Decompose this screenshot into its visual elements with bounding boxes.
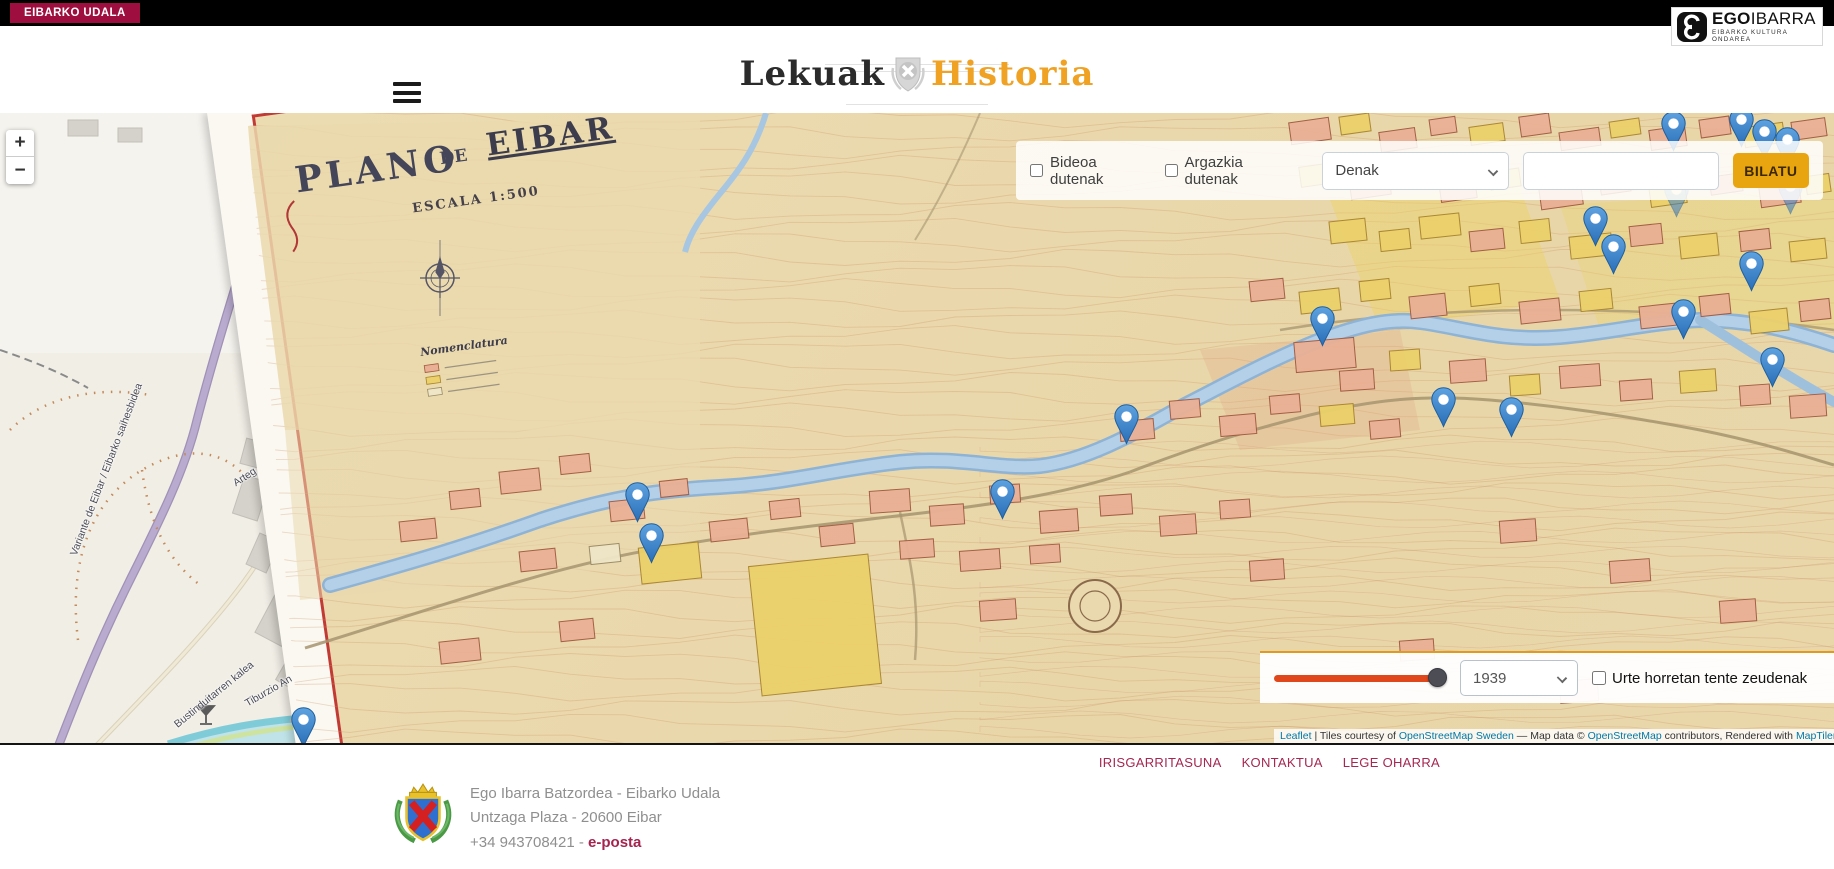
- photo-filter-checkbox[interactable]: [1165, 164, 1178, 177]
- year-slider-track: [1274, 675, 1438, 682]
- map-marker[interactable]: [1671, 299, 1696, 340]
- chevron-down-icon: [1487, 165, 1497, 175]
- year-select-value: 1939: [1473, 670, 1506, 687]
- footer-phone: +34 943708421 - e-posta: [470, 831, 720, 855]
- footer-address: Untzaga Plaza - 20600 Eibar: [470, 806, 720, 830]
- attribution-text: | Tiles courtesy of: [1312, 730, 1399, 742]
- year-slider-thumb[interactable]: [1428, 668, 1447, 687]
- map-marker[interactable]: [1601, 234, 1626, 275]
- category-select-value: Denak: [1335, 162, 1378, 179]
- photo-filter-label[interactable]: Argazkia dutenak: [1185, 154, 1298, 188]
- footer-phone-number: +34 943708421 -: [470, 834, 588, 851]
- search-button[interactable]: BILATU: [1733, 153, 1809, 188]
- search-input[interactable]: [1523, 152, 1719, 190]
- footer-contact: Ego Ibarra Batzordea - Eibarko Udala Unt…: [392, 780, 1834, 855]
- map-marker[interactable]: [625, 482, 650, 523]
- osm-link[interactable]: OpenStreetMap: [1588, 730, 1662, 742]
- maptiler-link[interactable]: MapTiler Desktop: [1796, 730, 1834, 742]
- search-panel: Bideoa dutenak Argazkia dutenak Denak BI…: [1016, 141, 1823, 200]
- map-marker[interactable]: [639, 523, 664, 564]
- logo-crest-icon: [891, 54, 925, 94]
- attribution-text: contributors, Rendered with: [1662, 730, 1796, 742]
- zoom-control: + −: [6, 130, 34, 184]
- footer-link-lege-oharra[interactable]: LEGE OHARRA: [1343, 755, 1440, 770]
- ego-ibarra-text: EGOIBARRA EIBARKO KULTURA ONDAREA: [1712, 10, 1816, 43]
- map-marker[interactable]: [1739, 251, 1764, 292]
- eposta-link[interactable]: e-posta: [588, 834, 641, 851]
- year-select[interactable]: 1939: [1460, 660, 1578, 696]
- timeline-panel: 1939 Urte horretan tente zeudenak: [1260, 651, 1834, 703]
- map-marker[interactable]: [1760, 347, 1785, 388]
- page: EIBARKO UDALA EGOIBARRA EIBARKO KULTURA …: [0, 0, 1834, 869]
- chevron-down-icon: [1557, 673, 1567, 683]
- video-filter-group: Bideoa dutenak: [1030, 154, 1152, 188]
- zoom-out-button[interactable]: −: [6, 157, 34, 184]
- map-marker[interactable]: [291, 707, 316, 745]
- logo-word-lekuak: Lekuak: [740, 54, 885, 94]
- category-select[interactable]: Denak: [1322, 152, 1508, 190]
- map-marker[interactable]: [1499, 397, 1524, 438]
- standing-year-group: Urte horretan tente zeudenak: [1592, 670, 1807, 687]
- standing-year-label[interactable]: Urte horretan tente zeudenak: [1612, 670, 1807, 687]
- zoom-in-button[interactable]: +: [6, 130, 34, 157]
- header: Lekuak Historia: [0, 26, 1834, 113]
- ego-ibarra-logo[interactable]: EGOIBARRA EIBARKO KULTURA ONDAREA: [1671, 7, 1823, 46]
- logo-word-historia: Historia: [931, 54, 1094, 94]
- map-marker[interactable]: [1310, 306, 1335, 347]
- photo-filter-group: Argazkia dutenak: [1165, 154, 1298, 188]
- attribution-text: — Map data ©: [1514, 730, 1588, 742]
- footer-links: IRISGARRITASUNA KONTAKTUA LEGE OHARRA: [0, 745, 1834, 770]
- map-attribution: Leaflet | Tiles courtesy of OpenStreetMa…: [1274, 729, 1834, 743]
- map-container[interactable]: Variante de Eibar / Eibarko saihesbidea …: [0, 113, 1834, 745]
- brand-name-light: IBARRA: [1751, 9, 1816, 28]
- brand-tagline: EIBARKO KULTURA ONDAREA: [1712, 30, 1816, 43]
- ego-ibarra-glyph-icon: [1677, 12, 1707, 42]
- map-marker[interactable]: [1431, 387, 1456, 428]
- map-marker[interactable]: [1114, 404, 1139, 445]
- eibarko-udala-badge[interactable]: EIBARKO UDALA: [10, 3, 140, 23]
- top-black-bar: EIBARKO UDALA: [0, 0, 1834, 26]
- standing-year-checkbox[interactable]: [1592, 671, 1606, 685]
- footer-link-kontaktua[interactable]: KONTAKTUA: [1242, 755, 1323, 770]
- map-marker[interactable]: [990, 479, 1015, 520]
- video-filter-checkbox[interactable]: [1030, 164, 1043, 177]
- footer-link-irisgarritasuna[interactable]: IRISGARRITASUNA: [1099, 755, 1222, 770]
- leaflet-link[interactable]: Leaflet: [1280, 730, 1312, 742]
- brand-name-bold: EGO: [1712, 9, 1751, 28]
- osm-sweden-link[interactable]: OpenStreetMap Sweden: [1399, 730, 1514, 742]
- footer: IRISGARRITASUNA KONTAKTUA LEGE OHARRA Eg…: [0, 745, 1834, 867]
- footer-org: Ego Ibarra Batzordea - Eibarko Udala: [470, 782, 720, 806]
- site-logo[interactable]: Lekuak Historia: [740, 54, 1095, 94]
- footer-contact-text: Ego Ibarra Batzordea - Eibarko Udala Unt…: [470, 780, 720, 855]
- video-filter-label[interactable]: Bideoa dutenak: [1050, 154, 1152, 188]
- eibar-coat-of-arms: [392, 780, 454, 846]
- year-slider[interactable]: [1274, 668, 1452, 688]
